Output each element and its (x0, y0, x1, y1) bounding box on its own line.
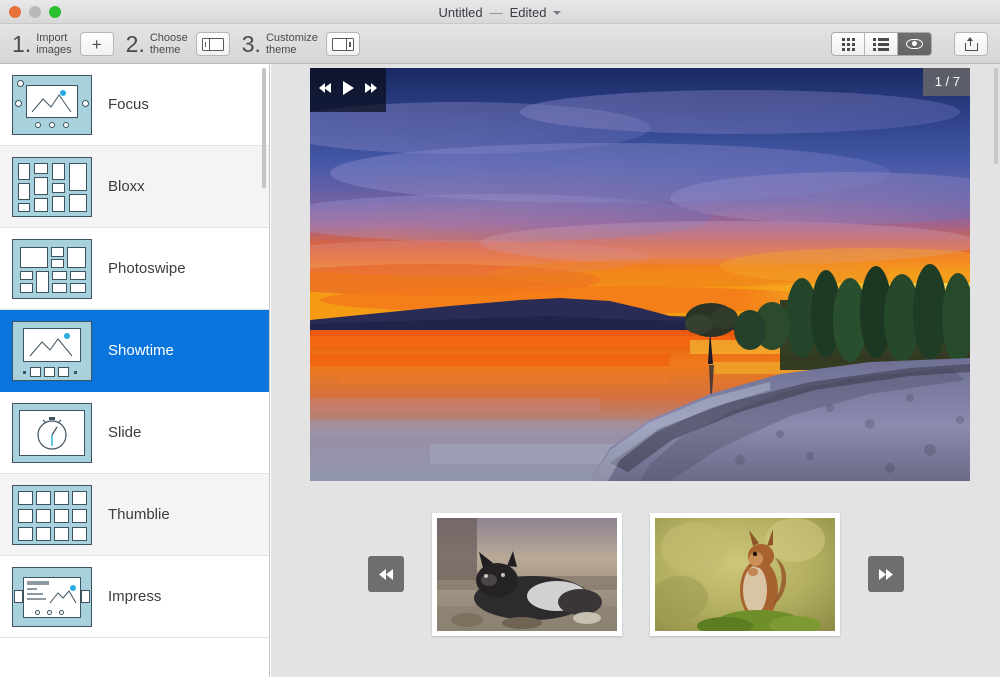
sidebar-item-thumblie[interactable]: Thumblie (0, 474, 269, 556)
chevron-down-icon[interactable] (553, 11, 562, 15)
step-3-label: Customize theme (265, 32, 318, 56)
photoswipe-thumb (12, 238, 92, 299)
eye-icon (906, 39, 923, 49)
sidebar-item-label: Slide (108, 424, 142, 441)
sidebar-item-slide[interactable]: Slide (0, 392, 269, 474)
step-2-number: 2. (125, 30, 145, 57)
share-icon (964, 37, 978, 51)
step-import-images: 1. Import images (12, 32, 72, 56)
filmstrip-next-button[interactable] (867, 556, 904, 592)
view-mode-segmented-control (831, 32, 932, 56)
play-icon[interactable] (341, 80, 355, 101)
showtime-thumb (12, 320, 92, 381)
theme-list-sidebar[interactable]: Focus Bloxx Photoswipe Showtime Slide Th… (0, 64, 270, 677)
grid-icon (841, 37, 855, 51)
squirrel-photo (654, 517, 835, 631)
focus-thumb (12, 74, 92, 135)
filmstrip-thumb-squirrel[interactable] (649, 512, 840, 636)
sidebar-item-bloxx[interactable]: Bloxx (0, 146, 269, 228)
share-button[interactable] (954, 32, 988, 56)
hero-image-stage[interactable]: 1 / 7 (310, 68, 970, 481)
app-window: Untitled — Edited 1. Import images + 2. … (0, 0, 1000, 677)
step-2-label: Choose theme (149, 32, 188, 56)
sidebar-item-label: Impress (108, 588, 162, 605)
rewind-icon[interactable] (318, 81, 332, 99)
prev-icon (378, 568, 393, 580)
sidebar-item-impress[interactable]: Impress (0, 556, 269, 638)
bloxx-thumb (12, 156, 92, 217)
step-buttons-group: 1. Import images + 2. Choose theme 3. Cu… (12, 24, 372, 64)
toolbar: 1. Import images + 2. Choose theme 3. Cu… (0, 24, 1000, 64)
slide-counter: 1 / 7 (922, 68, 970, 96)
next-icon (878, 568, 893, 580)
choose-theme-button[interactable] (195, 32, 230, 56)
dog-photo (436, 517, 617, 631)
sidebar-item-label: Showtime (108, 342, 174, 359)
sunset-lake-photo (310, 68, 970, 481)
filmstrip-thumb-dog[interactable] (431, 512, 622, 636)
preview-scrollbar[interactable] (994, 68, 998, 164)
sidebar-item-label: Bloxx (108, 178, 145, 195)
step-1-label: Import images (36, 32, 72, 56)
step-1-number: 1. (12, 30, 32, 57)
sidebar-item-showtime[interactable]: Showtime (0, 310, 269, 392)
slide-thumb (12, 402, 92, 463)
step-choose-theme: 2. Choose theme (126, 32, 188, 56)
fast-forward-icon[interactable] (364, 81, 378, 99)
edited-status: Edited (509, 4, 547, 20)
list-icon (873, 37, 889, 51)
preview-panel: 1 / 7 (271, 64, 1000, 677)
left-panel-icon (201, 37, 224, 51)
sidebar-item-photoswipe[interactable]: Photoswipe (0, 228, 269, 310)
title-separator: — (489, 4, 503, 20)
impress-thumb (12, 566, 92, 627)
step-3-number: 3. (241, 30, 261, 57)
sidebar-item-label: Photoswipe (108, 260, 186, 277)
import-images-button[interactable]: + (79, 32, 114, 56)
title-bar: Untitled — Edited (0, 0, 1000, 24)
preview-view-button[interactable] (898, 33, 931, 55)
window-title-group: Untitled — Edited (0, 0, 1000, 24)
window-title: Untitled (438, 4, 483, 20)
playback-controls (310, 68, 386, 112)
grid-view-button[interactable] (832, 33, 865, 55)
customize-theme-button[interactable] (325, 32, 360, 56)
step-customize-theme: 3. Customize theme (242, 32, 318, 56)
plus-icon: + (91, 34, 102, 54)
sidebar-item-label: Thumblie (108, 506, 170, 523)
filmstrip-prev-button[interactable] (367, 556, 404, 592)
right-panel-icon (331, 37, 354, 51)
sidebar-scrollbar[interactable] (262, 68, 266, 188)
thumblie-thumb (12, 484, 92, 545)
list-view-button[interactable] (865, 33, 898, 55)
sidebar-item-label: Focus (108, 96, 149, 113)
sidebar-item-focus[interactable]: Focus (0, 64, 269, 146)
filmstrip (271, 509, 1000, 639)
toolbar-right-group (831, 32, 988, 56)
